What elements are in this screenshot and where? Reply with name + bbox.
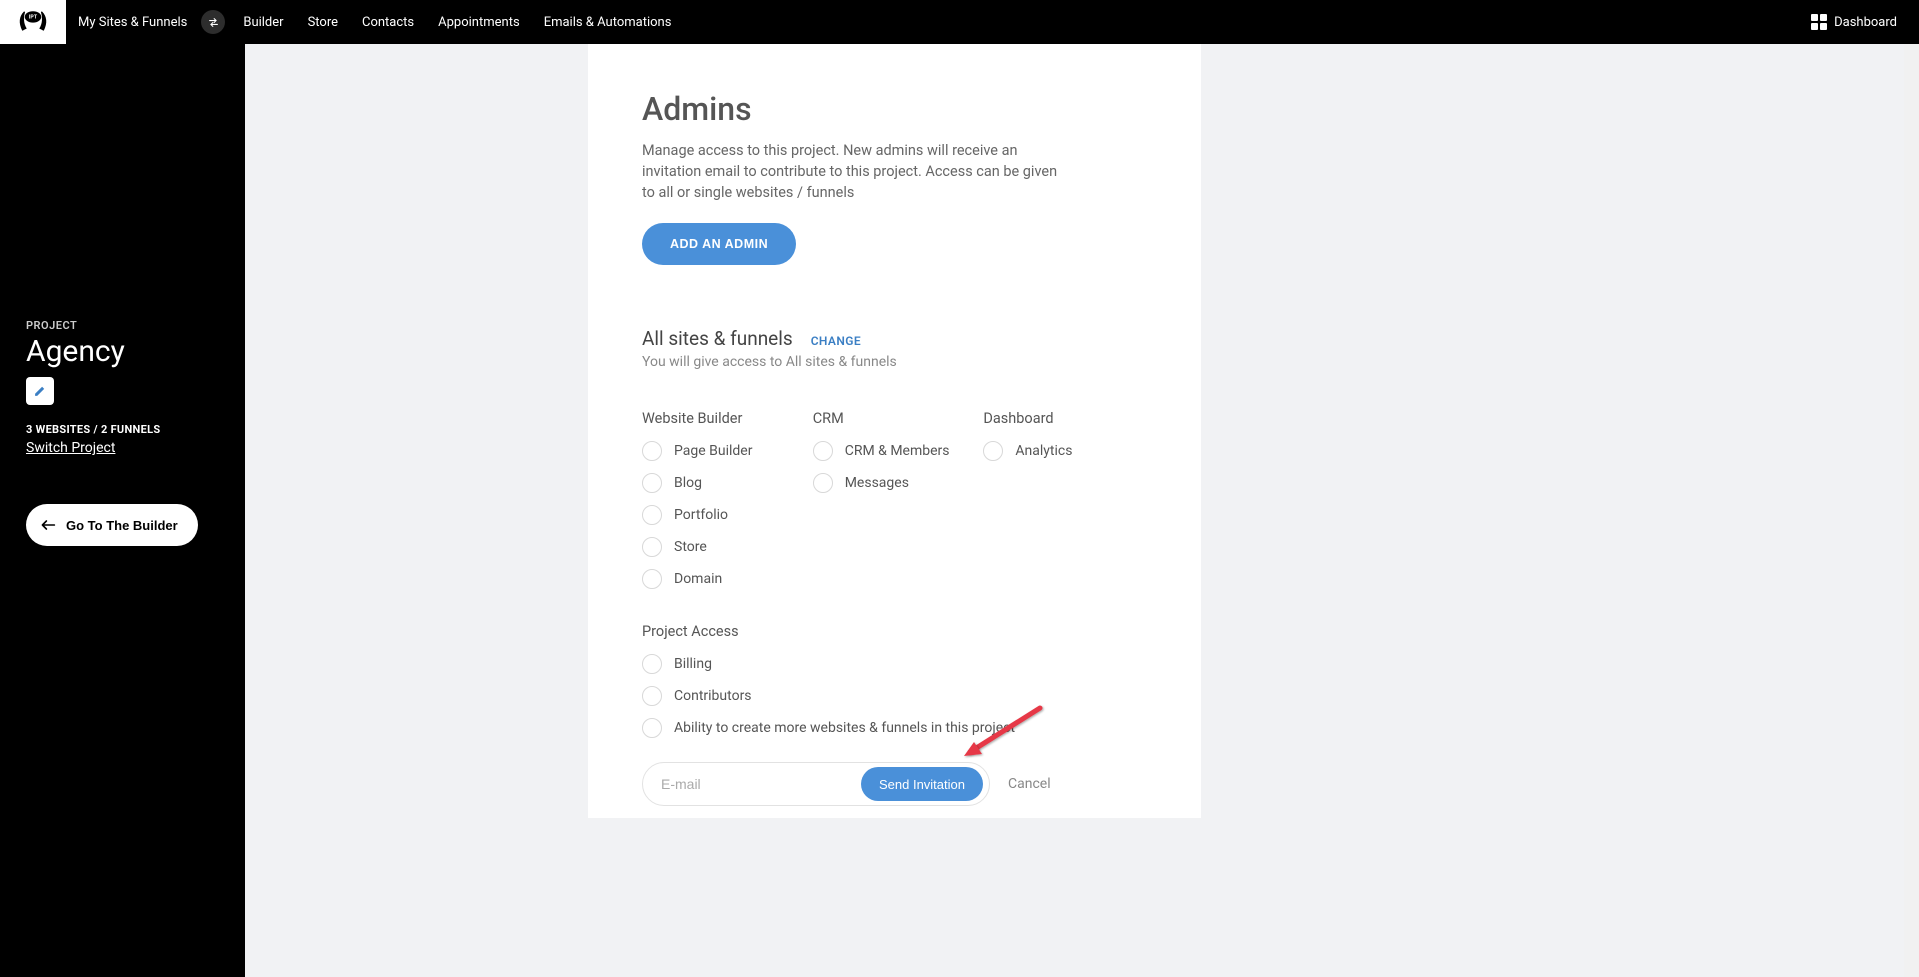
radio-icon (642, 441, 662, 461)
page-title: Admins (642, 90, 1147, 128)
perm-page-builder[interactable]: Page Builder (642, 441, 803, 461)
radio-icon (642, 718, 662, 738)
project-label: PROJECT (26, 319, 219, 332)
project-access-title: Project Access (642, 623, 1147, 640)
radio-icon (983, 441, 1003, 461)
radio-icon (642, 505, 662, 525)
radio-icon (642, 654, 662, 674)
nav-dashboard[interactable]: Dashboard (1799, 0, 1919, 44)
perm-head-website-builder: Website Builder (642, 410, 803, 427)
perm-store[interactable]: Store (642, 537, 803, 557)
nav-contacts[interactable]: Contacts (350, 0, 426, 44)
brand-logo[interactable]: IPT (0, 0, 66, 44)
go-builder-label: Go To The Builder (66, 518, 178, 533)
invite-row: Send Invitation Cancel (642, 762, 1147, 806)
send-invitation-button[interactable]: Send Invitation (861, 767, 983, 801)
radio-icon (642, 537, 662, 557)
perm-create-more-sites[interactable]: Ability to create more websites & funnel… (642, 718, 1147, 738)
laurel-ipt-icon: IPT (16, 5, 50, 39)
access-scope-subtitle: You will give access to All sites & funn… (642, 354, 1147, 370)
radio-icon (813, 441, 833, 461)
perm-head-crm: CRM (813, 410, 974, 427)
radio-icon (642, 569, 662, 589)
pencil-icon (33, 384, 47, 398)
nav-my-sites-funnels[interactable]: My Sites & Funnels (66, 0, 199, 44)
perm-analytics[interactable]: Analytics (983, 441, 1147, 461)
dashboard-grid-icon (1811, 14, 1827, 30)
perm-blog[interactable]: Blog (642, 473, 803, 493)
project-name: Agency (26, 334, 219, 369)
add-admin-button[interactable]: ADD AN ADMIN (642, 223, 796, 265)
swap-arrows-icon (207, 16, 220, 29)
admins-panel: Admins Manage access to this project. Ne… (588, 44, 1201, 818)
content-canvas: Admins Manage access to this project. Ne… (245, 44, 1919, 977)
edit-project-button[interactable] (26, 377, 54, 405)
change-scope-link[interactable]: CHANGE (811, 334, 861, 348)
browser-scrollbar[interactable] (1904, 44, 1919, 977)
swap-project-icon[interactable] (201, 10, 225, 34)
radio-icon (813, 473, 833, 493)
radio-icon (642, 686, 662, 706)
access-scope-title: All sites & funnels (642, 327, 793, 350)
permissions-columns: Website Builder Page Builder Blog Portfo… (642, 410, 1147, 601)
perm-head-dashboard: Dashboard (983, 410, 1147, 427)
nav-builder[interactable]: Builder (231, 0, 295, 44)
nav-dashboard-label: Dashboard (1834, 15, 1897, 30)
top-nav-bar: IPT My Sites & Funnels Builder Store Con… (0, 0, 1919, 44)
arrow-left-icon (40, 518, 56, 532)
sites-funnels-count: 3 WEBSITES / 2 FUNNELS (26, 423, 219, 436)
perm-domain[interactable]: Domain (642, 569, 803, 589)
perm-col-dashboard: Dashboard Analytics (983, 410, 1147, 601)
perm-contributors[interactable]: Contributors (642, 686, 1147, 706)
radio-icon (642, 473, 662, 493)
nav-store[interactable]: Store (296, 0, 350, 44)
perm-crm-members[interactable]: CRM & Members (813, 441, 974, 461)
perm-messages[interactable]: Messages (813, 473, 974, 493)
page-description: Manage access to this project. New admin… (642, 140, 1072, 203)
perm-billing[interactable]: Billing (642, 654, 1147, 674)
email-input-pill: Send Invitation (642, 762, 990, 806)
cancel-link[interactable]: Cancel (1008, 776, 1051, 792)
switch-project-link[interactable]: Switch Project (26, 440, 219, 456)
nav-appointments[interactable]: Appointments (426, 0, 532, 44)
go-to-builder-button[interactable]: Go To The Builder (26, 504, 198, 546)
perm-col-website-builder: Website Builder Page Builder Blog Portfo… (642, 410, 803, 601)
email-field[interactable] (661, 776, 861, 792)
svg-text:IPT: IPT (29, 15, 38, 21)
perm-col-crm: CRM CRM & Members Messages (813, 410, 974, 601)
perm-portfolio[interactable]: Portfolio (642, 505, 803, 525)
nav-emails-automations[interactable]: Emails & Automations (532, 0, 684, 44)
project-sidebar: PROJECT Agency 3 WEBSITES / 2 FUNNELS Sw… (0, 44, 245, 977)
